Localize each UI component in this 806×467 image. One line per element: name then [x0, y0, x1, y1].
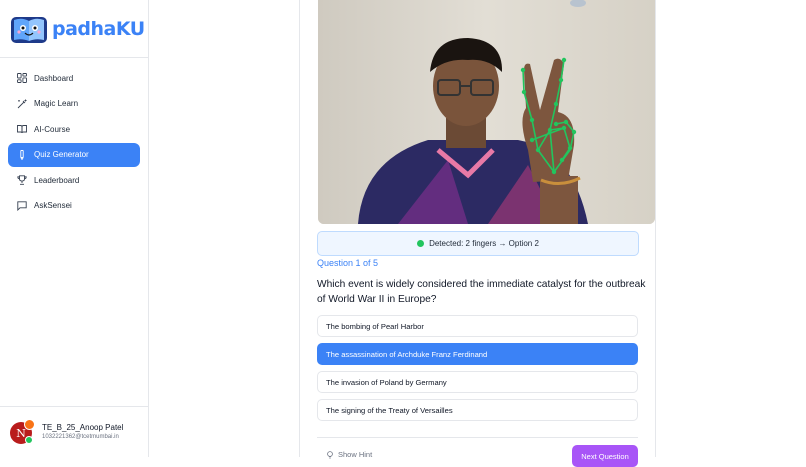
dashboard-grid-icon	[17, 73, 27, 83]
avatar[interactable]: N	[10, 419, 35, 444]
sidebar-item-label: Dashboard	[34, 73, 74, 83]
divider	[0, 57, 148, 58]
question-text: Which event is widely considered the imm…	[317, 279, 646, 305]
sidebar-item-label: AI-Course	[34, 124, 71, 134]
user-email: 1032221362@tcetmumbai.in	[42, 434, 119, 440]
next-question-button[interactable]: Next Question	[572, 445, 638, 467]
open-book-icon	[17, 124, 27, 134]
pen-icon	[17, 149, 27, 160]
answer-option-1[interactable]: The bombing of Pearl Harbor	[317, 315, 638, 337]
sidebar-item-leaderboard[interactable]: Leaderboard	[8, 168, 140, 192]
status-dot-icon	[417, 240, 425, 247]
sidebar: padhaKU Dashboard Magic Learn AI-Course	[0, 0, 149, 457]
divider	[655, 0, 656, 457]
answer-options: The bombing of Pearl Harbor The assassin…	[317, 315, 638, 427]
book-mascot-logo-icon	[11, 17, 47, 43]
divider	[0, 406, 148, 407]
sidebar-nav: Dashboard Magic Learn AI-Course Quiz Gen…	[8, 66, 140, 219]
notification-badge	[24, 419, 35, 430]
user-profile[interactable]: N TE_B_25_Anoop Patel 1032221362@tcetmum…	[10, 419, 124, 444]
show-hint-label: Show Hint	[338, 450, 373, 459]
sidebar-item-ai-course[interactable]: AI-Course	[8, 117, 140, 141]
show-hint-button[interactable]: Show Hint	[326, 450, 372, 459]
gesture-detection-banner: Detected: 2 fingers → Option 2	[317, 231, 639, 256]
sidebar-item-label: AskSensei	[34, 201, 72, 210]
sidebar-item-quiz-generator[interactable]: Quiz Generator	[8, 142, 140, 167]
magic-wand-icon	[17, 99, 27, 109]
answer-option-3[interactable]: The invasion of Poland by Germany	[317, 371, 638, 393]
sidebar-item-label: Leaderboard	[34, 175, 80, 185]
answer-option-4[interactable]: The signing of the Treaty of Versailles	[317, 399, 638, 421]
sidebar-item-dashboard[interactable]: Dashboard	[8, 66, 140, 90]
online-status-dot	[25, 436, 33, 444]
sidebar-item-label: Quiz Generator	[34, 150, 89, 159]
user-name: TE_B_25_Anoop Patel	[42, 423, 124, 432]
brand-name: padhaKU	[52, 18, 145, 40]
lightbulb-icon	[327, 450, 333, 458]
sidebar-item-label: Magic Learn	[34, 99, 79, 108]
sidebar-item-asksensei[interactable]: AskSensei	[8, 194, 140, 218]
question-progress: Question 1 of 5	[317, 258, 379, 268]
detection-text: Detected: 2 fingers → Option 2	[429, 239, 539, 248]
sidebar-item-magic-learn[interactable]: Magic Learn	[8, 92, 140, 116]
divider	[317, 437, 638, 438]
answer-option-2[interactable]: The assassination of Archduke Franz Ferd…	[317, 343, 638, 365]
brand[interactable]: padhaKU	[10, 13, 145, 45]
trophy-icon	[17, 175, 27, 185]
webcam-image	[318, 0, 655, 224]
chat-bubble-icon	[17, 200, 27, 211]
divider	[299, 0, 300, 457]
webcam-feed	[318, 0, 655, 224]
